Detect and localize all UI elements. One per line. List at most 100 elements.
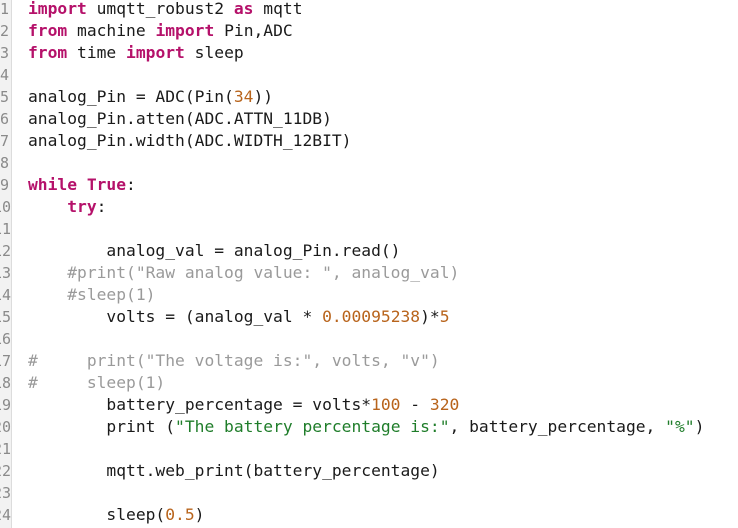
code-token-kw: try <box>67 197 97 216</box>
line-number: 4 <box>0 66 10 84</box>
code-token: volts = (analog_val * <box>28 307 323 326</box>
code-line[interactable]: 23 <box>0 482 738 504</box>
code-line[interactable]: 9 while True: <box>0 174 738 196</box>
code-text: while True: <box>28 174 136 196</box>
code-text: try: <box>28 196 106 218</box>
code-line[interactable]: 22 mqtt.web_print(battery_percentage) <box>0 460 738 482</box>
line-number: 11 <box>0 220 11 238</box>
line-number: 8 <box>0 154 10 172</box>
code-line[interactable]: 19 battery_percentage = volts*100 - 320 <box>0 394 738 416</box>
code-token: battery_percentage = volts* <box>28 395 372 414</box>
code-text: sleep(0.5) <box>28 504 204 526</box>
code-line[interactable]: 6 analog_Pin.atten(ADC.ATTN_11DB) <box>0 108 738 130</box>
code-text: # sleep(1) <box>28 372 165 394</box>
code-line[interactable]: 14 #sleep(1) <box>0 284 738 306</box>
code-token-kw: from <box>28 43 68 62</box>
line-number: 13 <box>0 264 11 282</box>
code-token-num: 100 <box>371 395 401 414</box>
code-token: mqtt.web_print(battery_percentage) <box>28 461 440 480</box>
code-line[interactable]: 21 <box>0 438 738 460</box>
code-token-str: "%" <box>665 417 695 436</box>
code-token: sleep( <box>28 505 166 524</box>
code-token-kw: while <box>28 175 78 194</box>
code-token-cmt: # print("The voltage is:", volts, "v") <box>28 351 440 370</box>
code-line[interactable]: 16 <box>0 328 738 350</box>
line-number: 17 <box>0 352 11 370</box>
code-line[interactable]: 5 analog_Pin = ADC(Pin(34)) <box>0 86 738 108</box>
line-number: 9 <box>0 176 10 194</box>
code-token-num: 34 <box>233 87 254 106</box>
code-token: , battery_percentage, <box>449 417 666 436</box>
line-number: 2 <box>0 22 10 40</box>
code-editor[interactable]: 1 import umqtt_robust2 as mqtt 2 from machi… <box>0 0 738 528</box>
line-number: 21 <box>0 440 11 458</box>
code-line[interactable]: 13 #print("Raw analog value: ", analog_v… <box>0 262 738 284</box>
code-token: ) <box>694 417 705 436</box>
code-token-kw: import <box>155 21 215 40</box>
code-token: analog_Pin.width(ADC.WIDTH_12BIT) <box>28 131 352 150</box>
code-text: mqtt.web_print(battery_percentage) <box>28 460 440 482</box>
code-token-kw: import <box>126 43 185 62</box>
code-token: print ( <box>28 417 176 436</box>
code-line[interactable]: 3 from time import sleep <box>0 42 738 64</box>
code-text: import umqtt_robust2 as mqtt <box>28 0 303 20</box>
code-text: battery_percentage = volts*100 - 320 <box>28 394 459 416</box>
code-line[interactable]: 20 print ("The battery percentage is:", … <box>0 416 738 438</box>
code-text: analog_Pin = ADC(Pin(34)) <box>28 86 273 108</box>
code-token-kw: as <box>233 0 254 18</box>
line-number: 3 <box>0 44 10 62</box>
line-number: 1 <box>0 0 10 18</box>
code-token: )) <box>253 87 274 106</box>
code-token-num: 5 <box>439 307 450 326</box>
code-token-cmt: #print("Raw analog value: ", analog_val) <box>28 263 460 282</box>
line-number: 10 <box>0 198 11 216</box>
line-number: 15 <box>0 308 11 326</box>
code-line[interactable]: 8 <box>0 152 738 174</box>
code-text: # print("The voltage is:", volts, "v") <box>28 350 440 372</box>
line-number: 20 <box>0 418 11 436</box>
code-line[interactable]: 18 # sleep(1) <box>0 372 738 394</box>
code-line[interactable]: 12 analog_val = analog_Pin.read() <box>0 240 738 262</box>
code-line[interactable]: 7 analog_Pin.width(ADC.WIDTH_12BIT) <box>0 130 738 152</box>
code-token-kw: from <box>28 21 68 40</box>
line-number: 24 <box>0 506 11 524</box>
code-line[interactable]: 2 from machine import Pin,ADC <box>0 20 738 42</box>
code-text: analog_val = analog_Pin.read() <box>28 240 400 262</box>
line-number: 18 <box>0 374 11 392</box>
code-line[interactable]: 10 try: <box>0 196 738 218</box>
code-token-num: 0.5 <box>165 505 195 524</box>
code-text: #sleep(1) <box>28 284 155 306</box>
code-token: mqtt <box>253 0 303 18</box>
code-token-kw: import <box>28 0 87 18</box>
code-token-kw: True <box>86 175 127 194</box>
code-line[interactable]: 15 volts = (analog_val * 0.00095238)*5 <box>0 306 738 328</box>
code-text: from time import sleep <box>28 42 244 64</box>
code-text: analog_Pin.atten(ADC.ATTN_11DB) <box>28 108 332 130</box>
code-line[interactable]: 4 <box>0 64 738 86</box>
code-token-num: 0.00095238 <box>322 307 421 326</box>
code-token: - <box>400 395 430 414</box>
code-token-num: 320 <box>429 395 460 414</box>
code-text: print ("The battery percentage is:", bat… <box>28 416 704 438</box>
code-token: analog_Pin.atten(ADC.ATTN_11DB) <box>28 109 332 128</box>
code-line[interactable]: 17 # print("The voltage is:", volts, "v") <box>0 350 738 372</box>
code-token-cmt: #sleep(1) <box>28 285 156 304</box>
code-text: analog_Pin.width(ADC.WIDTH_12BIT) <box>28 130 351 152</box>
line-number: 23 <box>0 484 11 502</box>
line-number: 14 <box>0 286 11 304</box>
line-number: 12 <box>0 242 11 260</box>
code-line[interactable]: 1 import umqtt_robust2 as mqtt <box>0 0 738 20</box>
line-number: 7 <box>0 132 10 150</box>
code-line[interactable]: 24 sleep(0.5) <box>0 504 738 526</box>
code-line[interactable]: 11 <box>0 218 738 240</box>
code-token: ) <box>194 505 205 524</box>
code-text: #print("Raw analog value: ", analog_val) <box>28 262 459 284</box>
code-text: volts = (analog_val * 0.00095238)*5 <box>28 306 450 328</box>
code-token-str: "The battery percentage is:" <box>175 417 450 436</box>
code-token: : <box>126 175 136 194</box>
code-token: umqtt_robust2 <box>86 0 234 18</box>
line-number: 22 <box>0 462 11 480</box>
code-token: Pin,ADC <box>214 21 293 40</box>
